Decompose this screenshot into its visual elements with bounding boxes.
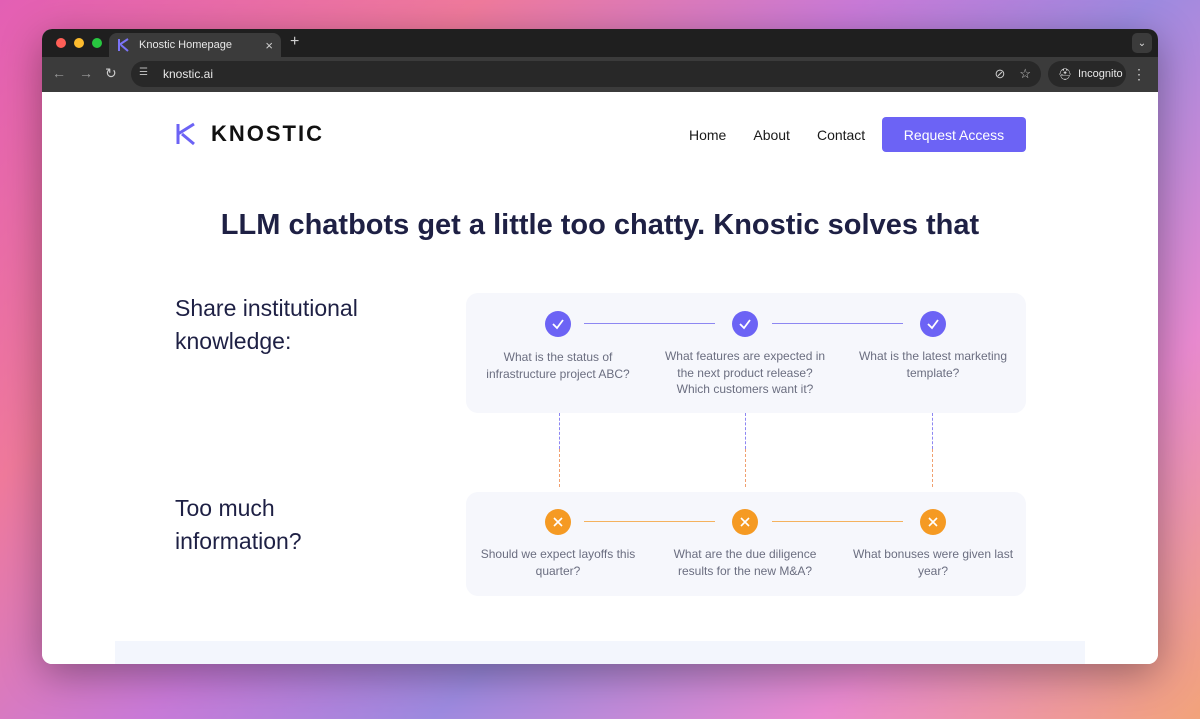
section-label-share: Share institutional knowledge: bbox=[175, 295, 358, 354]
nav-contact[interactable]: Contact bbox=[817, 127, 865, 143]
connector-line bbox=[584, 521, 715, 522]
dashed-connector bbox=[559, 413, 560, 449]
x-icon bbox=[740, 517, 750, 527]
incognito-icon: ⛑ bbox=[1058, 68, 1072, 81]
tab-bar: Knostic Homepage × + ⌄ bbox=[42, 29, 1158, 57]
allowed-question: What is the status of infrastructure pro… bbox=[486, 350, 630, 381]
window-controls bbox=[56, 38, 102, 48]
page-content: KNOSTIC Home About Contact Request Acces… bbox=[42, 92, 1158, 664]
incognito-indicator[interactable]: ⛑ Incognito bbox=[1048, 61, 1126, 87]
blocked-questions-card: Should we expect layoffs this quarter? W… bbox=[466, 492, 1026, 596]
check-icon bbox=[927, 319, 939, 330]
page-headline: LLM chatbots get a little too chatty. Kn… bbox=[220, 209, 980, 241]
request-access-button[interactable]: Request Access bbox=[882, 117, 1026, 152]
nav-about[interactable]: About bbox=[753, 127, 790, 143]
tab-close-icon[interactable]: × bbox=[265, 38, 273, 53]
blocked-step-badge bbox=[732, 509, 758, 535]
omnibox-actions: ⊘ ☆ bbox=[994, 66, 1031, 82]
allowed-question: What is the latest marketing template? bbox=[858, 349, 1008, 380]
connector-line bbox=[584, 323, 715, 324]
close-window-button[interactable] bbox=[56, 38, 66, 48]
back-button[interactable]: ← bbox=[52, 65, 66, 81]
eye-slash-icon[interactable]: ⊘ bbox=[994, 66, 1005, 82]
browser-toolbar: ← → ↻ ☰ knostic.ai ⊘ ☆ ⛑ Incognito ⋮ bbox=[42, 57, 1158, 92]
x-icon bbox=[928, 517, 938, 527]
main-nav: Home About Contact bbox=[689, 127, 865, 143]
dashed-connector bbox=[932, 413, 933, 449]
dashed-connector bbox=[745, 449, 746, 487]
dashed-connector bbox=[745, 413, 746, 449]
check-icon bbox=[552, 319, 564, 330]
connector-line bbox=[772, 323, 903, 324]
blocked-question: What bonuses were given last year? bbox=[852, 547, 1014, 578]
section-label-too-much: Too much information? bbox=[175, 495, 302, 554]
forward-button[interactable]: → bbox=[79, 65, 93, 81]
minimize-window-button[interactable] bbox=[74, 38, 84, 48]
dashed-connector bbox=[559, 449, 560, 487]
dashed-connector bbox=[932, 449, 933, 487]
next-section-band bbox=[115, 641, 1085, 664]
chevron-down-icon: ⌄ bbox=[1137, 37, 1147, 49]
x-icon bbox=[553, 517, 563, 527]
check-icon bbox=[739, 319, 751, 330]
blocked-step-badge bbox=[920, 509, 946, 535]
allowed-questions-card: What is the status of infrastructure pro… bbox=[466, 293, 1026, 413]
blocked-question: What are the due diligence results for t… bbox=[673, 547, 817, 578]
reload-button[interactable]: ↻ bbox=[105, 65, 117, 82]
knostic-logo-icon bbox=[176, 122, 195, 146]
allowed-question: What features are expected in the next p… bbox=[664, 349, 826, 396]
tab-search-button[interactable]: ⌄ bbox=[1132, 33, 1152, 53]
logo-text: KNOSTIC bbox=[211, 121, 324, 146]
connector-line bbox=[772, 521, 903, 522]
site-info-icon[interactable]: ☰ bbox=[139, 67, 153, 81]
incognito-label: Incognito bbox=[1077, 68, 1123, 80]
tab-title: Knostic Homepage bbox=[139, 39, 232, 51]
site-logo[interactable]: KNOSTIC bbox=[175, 121, 324, 147]
browser-menu-icon[interactable]: ⋮ bbox=[1132, 66, 1146, 83]
url-text: knostic.ai bbox=[163, 67, 214, 81]
allowed-step-badge bbox=[732, 311, 758, 337]
allowed-step-badge bbox=[545, 311, 571, 337]
maximize-window-button[interactable] bbox=[92, 38, 102, 48]
blocked-step-badge bbox=[545, 509, 571, 535]
new-tab-button[interactable]: + bbox=[290, 33, 299, 51]
knostic-favicon-icon bbox=[118, 38, 129, 52]
browser-window: Knostic Homepage × + ⌄ ← → ↻ ☰ knostic.a… bbox=[42, 29, 1158, 664]
allowed-step-badge bbox=[920, 311, 946, 337]
bookmark-star-icon[interactable]: ☆ bbox=[1019, 66, 1031, 82]
nav-home[interactable]: Home bbox=[689, 127, 726, 143]
browser-tab[interactable]: Knostic Homepage × bbox=[109, 33, 281, 57]
blocked-question: Should we expect layoffs this quarter? bbox=[480, 547, 636, 578]
address-bar[interactable]: ☰ knostic.ai ⊘ ☆ bbox=[131, 61, 1041, 87]
